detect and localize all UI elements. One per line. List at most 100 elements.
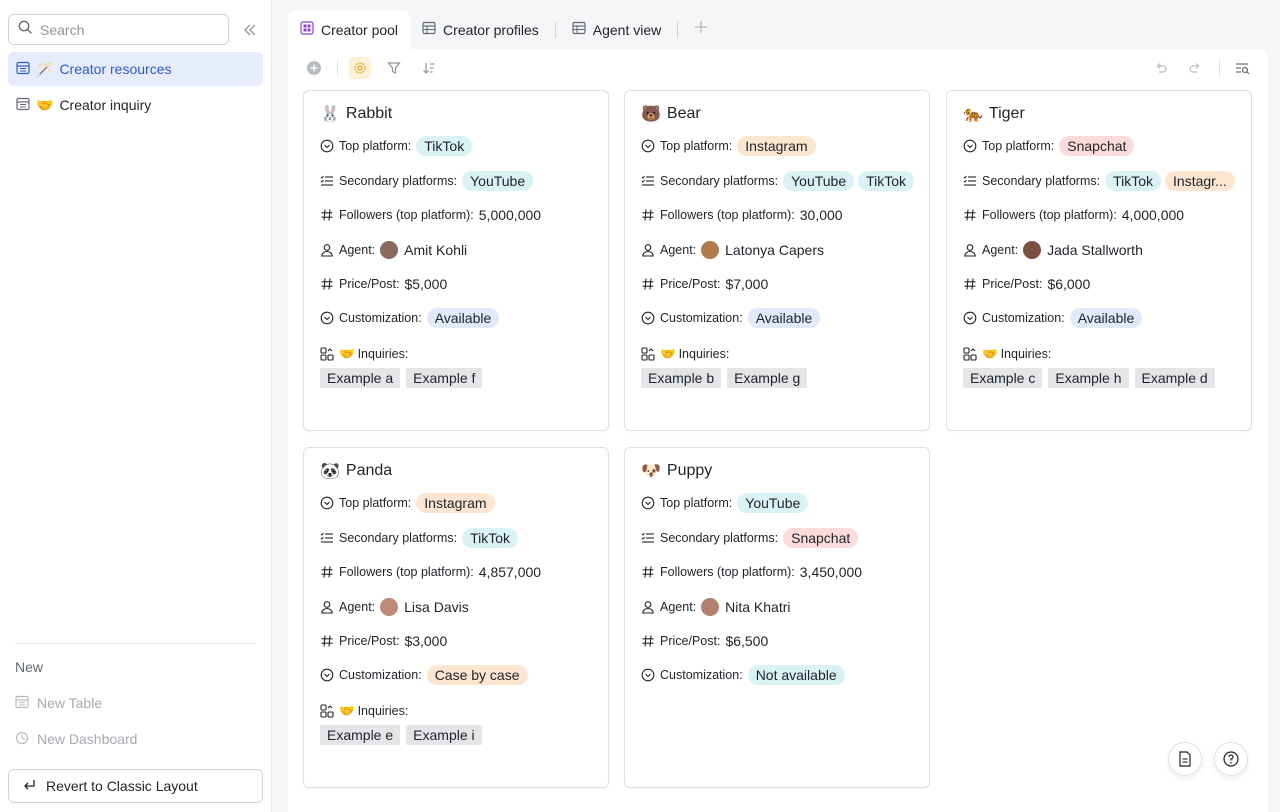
sort-button[interactable] [418,57,440,79]
single-select-icon [641,311,655,325]
field-customization: Customization: Case by case [320,664,608,686]
field-agent: Agent: Lisa Davis [320,596,608,618]
help-icon [1223,751,1239,767]
field-label: Price/Post: [339,277,400,291]
card-title: 🐻 Bear [641,104,701,124]
field-label: Price/Post: [660,634,721,648]
followers-value: 5,000,000 [478,207,542,223]
inquiry-link-tag[interactable]: Example b [641,368,722,388]
multi-select-icon [641,531,655,545]
inquiry-link-tag[interactable]: Example i [406,725,482,745]
inquiry-link-tag[interactable]: Example f [406,368,483,388]
add-record-button[interactable] [303,57,325,79]
revert-label: Revert to Classic Layout [46,778,198,794]
field-label: Agent: [660,600,697,614]
animal-icon: 🐶 [641,463,661,480]
tab-label: Agent view [592,21,662,38]
field-agent: Agent: Nita Khatri [641,596,929,618]
record-card[interactable]: 🐻 Bear Top platform: Instagram Secondary… [624,90,930,431]
creator-name: Panda [345,462,393,479]
tab-agent-view[interactable]: Agent view [560,10,673,49]
field-label: Secondary platforms: [339,531,458,545]
field-label: Followers (top platform): [982,208,1117,222]
sidebar-item-creator-resources[interactable]: 🪄 Creator resources [8,52,263,86]
platform-tag: Instagr... [1165,171,1235,191]
sidebar-divider [15,643,256,644]
field-agent: Agent: Amit Kohli [320,239,608,261]
animal-icon: 🐼 [320,463,340,480]
field-label: Customization: [982,311,1065,325]
field-label: Top platform: [339,496,412,510]
multi-select-icon [641,174,655,188]
card-title: 🐼 Panda [320,461,392,481]
inquiry-link-tag[interactable]: Example g [727,368,808,388]
field-customization: Customization: Available [963,307,1251,329]
tab-creator-profiles[interactable]: Creator profiles [410,10,551,49]
record-card[interactable]: 🐶 Puppy Top platform: YouTube Secondary … [624,447,930,788]
platform-tag: Snapchat [1059,136,1135,156]
revert-classic-layout-button[interactable]: Revert to Classic Layout [8,769,263,803]
field-top-platform: Top platform: Instagram [320,492,608,514]
table-icon [15,695,29,712]
undo-button[interactable] [1150,57,1172,79]
price-value: $3,000 [404,633,448,649]
field-secondary-platforms: Secondary platforms: TikTok [320,527,608,549]
price-value: $5,000 [404,276,448,292]
field-customization: Customization: Not available [641,664,929,686]
single-select-icon [320,311,334,325]
add-view-button[interactable] [686,15,716,45]
hash-icon [963,208,977,222]
view-tabs: Creator pool Creator profiles Agent view [288,10,716,49]
followers-value: 4,857,000 [478,564,542,580]
search-records-button[interactable] [1231,57,1253,79]
new-table-button[interactable]: New Table [15,692,102,714]
field-label: Followers (top platform): [660,208,795,222]
new-dashboard-button[interactable]: New Dashboard [15,728,137,750]
inquiry-link-tag[interactable]: Example c [963,368,1043,388]
link-record-icon [320,347,334,361]
hash-icon [641,208,655,222]
hash-icon [641,634,655,648]
customization-tag: Available [426,308,500,328]
inquiry-link-tag[interactable]: Example h [1048,368,1129,388]
field-label: Customization: [339,668,422,682]
creator-name: Rabbit [345,105,393,122]
field-customization: Customization: Available [641,307,929,329]
field-top-platform: Top platform: Instagram [641,135,929,157]
search-input[interactable]: Search [8,14,229,45]
grid-table-icon [422,21,436,38]
handshake-icon: 🤝 [339,703,355,718]
inquiry-link-tag[interactable]: Example d [1134,368,1215,388]
field-agent: Agent: Jada Stallworth [963,239,1251,261]
gallery-icon [300,21,314,38]
settings-button[interactable] [349,57,371,79]
tab-separator [554,21,556,38]
table-icon [16,61,30,78]
record-card[interactable]: 🐼 Panda Top platform: Instagram Secondar… [303,447,609,788]
sidebar-item-label: Creator inquiry [59,97,152,113]
field-followers: Followers (top platform): 30,000 [641,204,929,226]
platform-tag: Instagram [737,136,816,156]
tab-creator-pool[interactable]: Creator pool [288,10,411,49]
collapse-sidebar-icon[interactable] [240,20,260,40]
inquiry-link-tag[interactable]: Example e [320,725,401,745]
redo-button[interactable] [1184,57,1206,79]
link-record-icon [641,347,655,361]
inquiry-link-tag[interactable]: Example a [320,368,401,388]
document-button[interactable] [1168,742,1202,776]
inquiry-tags: Example b Example g [641,368,808,388]
sidebar-item-creator-inquiry[interactable]: 🤝 Creator inquiry [8,88,263,122]
creator-name: Tiger [988,105,1025,122]
new-dashboard-label: New Dashboard [37,731,138,747]
magic-wand-icon: 🪄 [36,60,54,77]
single-select-icon [320,496,334,510]
redo-icon [1189,63,1200,73]
help-button[interactable] [1214,742,1248,776]
hash-icon [641,565,655,579]
hash-icon [963,277,977,291]
hash-icon [320,565,334,579]
record-card[interactable]: 🐰 Rabbit Top platform: TikTok Secondary … [303,90,609,431]
inquiry-tags: Example a Example f [320,368,483,388]
record-card[interactable]: 🐅 Tiger Top platform: Snapchat Secondary… [946,90,1252,431]
filter-button[interactable] [383,57,405,79]
